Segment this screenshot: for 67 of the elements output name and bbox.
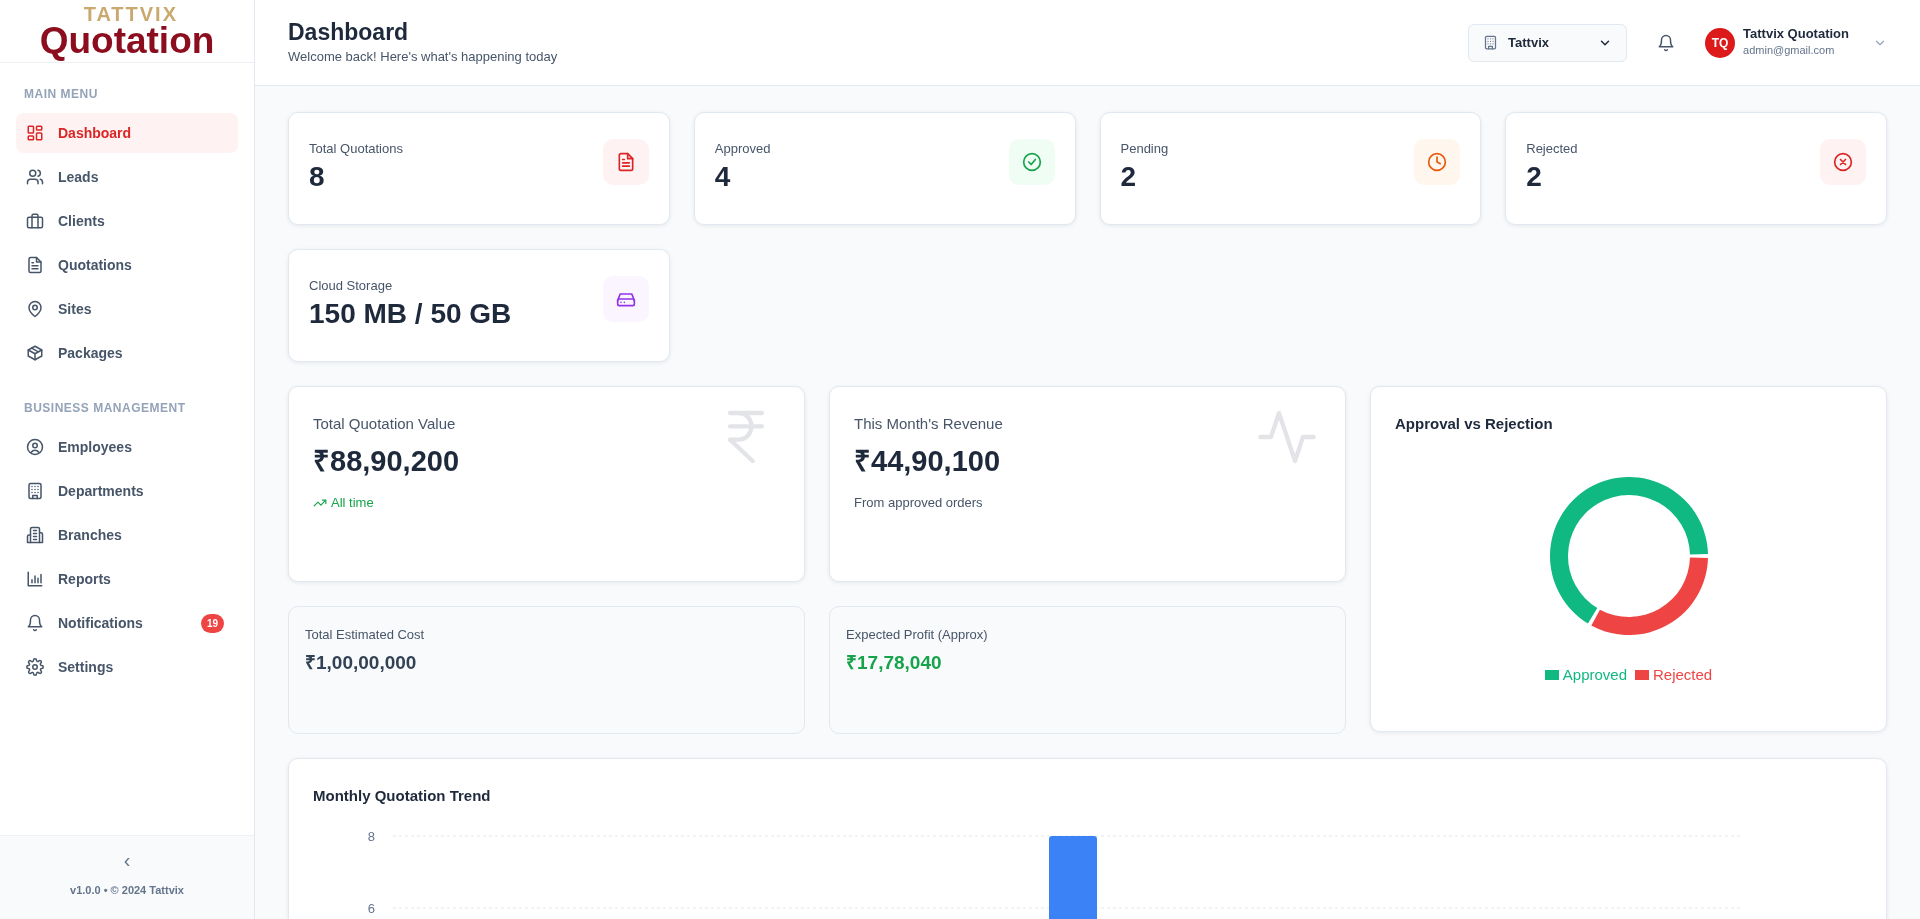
summary-label: Total Estimated Cost — [305, 626, 426, 644]
buildings-icon — [26, 526, 44, 544]
bell-icon — [26, 614, 44, 632]
stat-value: 4 — [714, 159, 732, 194]
sidebar-item[interactable]: Quotations — [16, 245, 238, 285]
sidebar-item[interactable]: Employees — [16, 427, 238, 467]
section-title: MAIN MENU — [23, 86, 99, 103]
page-subtitle: Welcome back! Here's what's happening today — [288, 47, 558, 66]
bell-icon — [1657, 34, 1676, 53]
sidebar-item[interactable]: Clients — [16, 201, 238, 241]
axis-tick: 6 — [367, 900, 375, 916]
sidebar-item[interactable]: Branches — [16, 515, 238, 555]
stat-label: Approved — [714, 140, 771, 158]
card-note: From approved orders — [854, 494, 983, 512]
user-circle-icon — [26, 438, 44, 456]
page-title: Dashboard — [288, 18, 410, 47]
building-icon — [1483, 35, 1499, 50]
metric-label: Total Quotation Value — [313, 414, 457, 434]
grid-icon — [26, 124, 44, 142]
user-email: admin@gmail.com — [1743, 43, 1836, 59]
clock-icon — [1427, 152, 1448, 172]
summary-value: ₹1,00,00,000 — [305, 650, 418, 675]
stat-label: Total Quotations — [309, 140, 403, 158]
check-circle-icon — [1021, 152, 1042, 172]
axis-tick: 8 — [367, 828, 375, 844]
stat-label: Cloud Storage — [309, 277, 394, 295]
summary-label: Expected Profit (Approx) — [846, 626, 989, 644]
collapse-button[interactable]: ‹ — [117, 850, 137, 870]
package-icon — [26, 344, 44, 362]
summary-value: ₹17,78,040 — [846, 650, 943, 675]
count-badge: 19 — [200, 613, 224, 633]
document-icon — [26, 256, 44, 274]
stat-value: 2 — [1120, 159, 1138, 194]
stat-value: 150 MB / 50 GB — [309, 296, 512, 331]
sidebar-item[interactable]: Reports — [16, 559, 238, 599]
metric-value: ₹88,90,200 — [313, 443, 460, 479]
sidebar-item[interactable]: Settings — [16, 647, 238, 687]
sidebar-item[interactable]: Dashboard — [16, 113, 238, 153]
stat-value: 2 — [1526, 159, 1543, 194]
legend-item: Approved — [1544, 663, 1627, 686]
metric-label: This Month's Revenue — [854, 414, 1004, 434]
bar-chart-icon — [26, 570, 44, 588]
sidebar-item[interactable]: Notifications 19 — [16, 603, 238, 643]
company-select[interactable]: Tattvix — [1468, 23, 1628, 62]
gear-icon — [26, 658, 44, 676]
legend-item: Rejected — [1635, 663, 1713, 686]
sidebar-item[interactable]: Sites — [16, 289, 238, 329]
building-icon — [26, 482, 44, 500]
avatar: TQ — [1705, 27, 1736, 58]
chart-title: Monthly Quotation Trend — [313, 786, 492, 806]
x-circle-icon — [1833, 152, 1853, 172]
users-icon — [26, 168, 44, 186]
map-pin-icon — [26, 300, 44, 318]
chart-title: Approval vs Rejection — [1395, 414, 1554, 434]
briefcase-icon — [26, 212, 44, 230]
version-text: v1.0.0 • © 2024 Tattvix — [70, 883, 184, 898]
sidebar-item[interactable]: Packages — [16, 333, 238, 373]
user-menu[interactable]: TQ Tattvix Quotation admin@gmail.com — [1705, 26, 1887, 59]
sidebar-item[interactable]: Leads — [16, 157, 238, 197]
stat-value: 8 — [309, 159, 326, 194]
stat-label: Rejected — [1526, 140, 1578, 158]
user-name: Tattvix Quotation — [1743, 26, 1849, 43]
metric-value: ₹44,90,100 — [854, 443, 1001, 479]
sidebar-item[interactable]: Departments — [16, 471, 238, 511]
trend-note: All time — [313, 493, 374, 513]
stat-label: Pending — [1120, 140, 1169, 158]
section-title: BUSINESS MANAGEMENT — [23, 400, 187, 417]
